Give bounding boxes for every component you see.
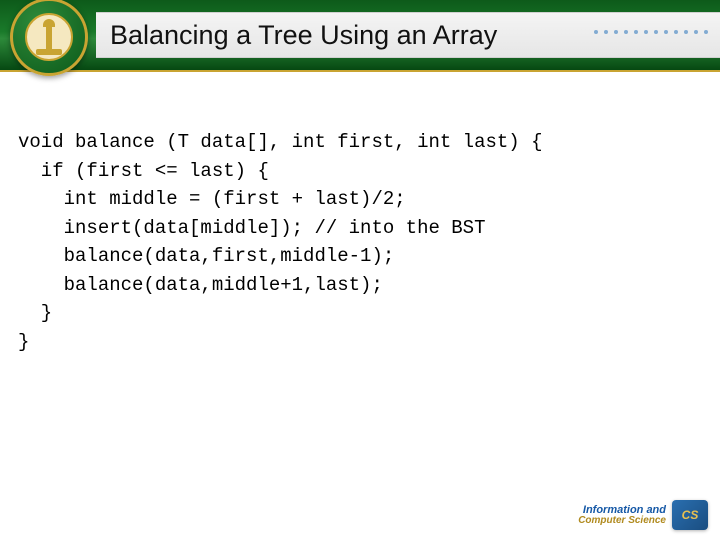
decorative-dots bbox=[594, 30, 708, 34]
slide-content: void balance (T data[], int first, int l… bbox=[0, 72, 720, 356]
code-line: balance(data,middle+1,last); bbox=[18, 274, 383, 296]
footer-dept-line2: Computer Science bbox=[578, 516, 666, 526]
code-line: int middle = (first + last)/2; bbox=[18, 188, 406, 210]
slide-title: Balancing a Tree Using an Array bbox=[110, 20, 497, 51]
code-line: } bbox=[18, 302, 52, 324]
footer-text: Information and Computer Science bbox=[578, 505, 666, 526]
code-line: } bbox=[18, 331, 29, 353]
seal-symbol bbox=[46, 23, 52, 51]
title-area: Balancing a Tree Using an Array bbox=[110, 20, 720, 51]
cs-badge-icon: CS bbox=[672, 500, 708, 530]
code-line: insert(data[middle]); // into the BST bbox=[18, 217, 485, 239]
seal-inner bbox=[25, 13, 73, 61]
code-line: balance(data,first,middle-1); bbox=[18, 245, 394, 267]
footer-dept-line1: Information and bbox=[578, 505, 666, 516]
code-block: void balance (T data[], int first, int l… bbox=[18, 128, 702, 356]
university-seal-icon bbox=[10, 0, 88, 76]
slide-header: Balancing a Tree Using an Array bbox=[0, 0, 720, 72]
code-line: void balance (T data[], int first, int l… bbox=[18, 131, 543, 153]
logo-container bbox=[10, 0, 88, 76]
code-line: if (first <= last) { bbox=[18, 160, 269, 182]
footer-logo: Information and Computer Science CS bbox=[578, 500, 708, 530]
